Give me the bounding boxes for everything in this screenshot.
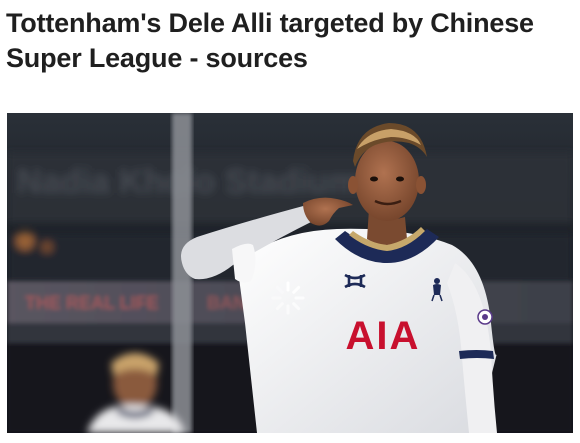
loading-spinner-icon xyxy=(271,281,305,315)
hero-photo[interactable]: Nadia Kholo Stadium THE REAL LIFE BANGKO… xyxy=(7,113,573,433)
article-headline: Tottenham's Dele Alli targeted by Chines… xyxy=(6,8,534,73)
article-page: Tottenham's Dele Alli targeted by Chines… xyxy=(0,0,580,443)
hero-photo-illustration: Nadia Kholo Stadium THE REAL LIFE BANGKO… xyxy=(7,113,573,433)
svg-text:THE REAL LIFE: THE REAL LIFE xyxy=(25,293,159,313)
shirt-sponsor: AIA xyxy=(346,314,421,358)
